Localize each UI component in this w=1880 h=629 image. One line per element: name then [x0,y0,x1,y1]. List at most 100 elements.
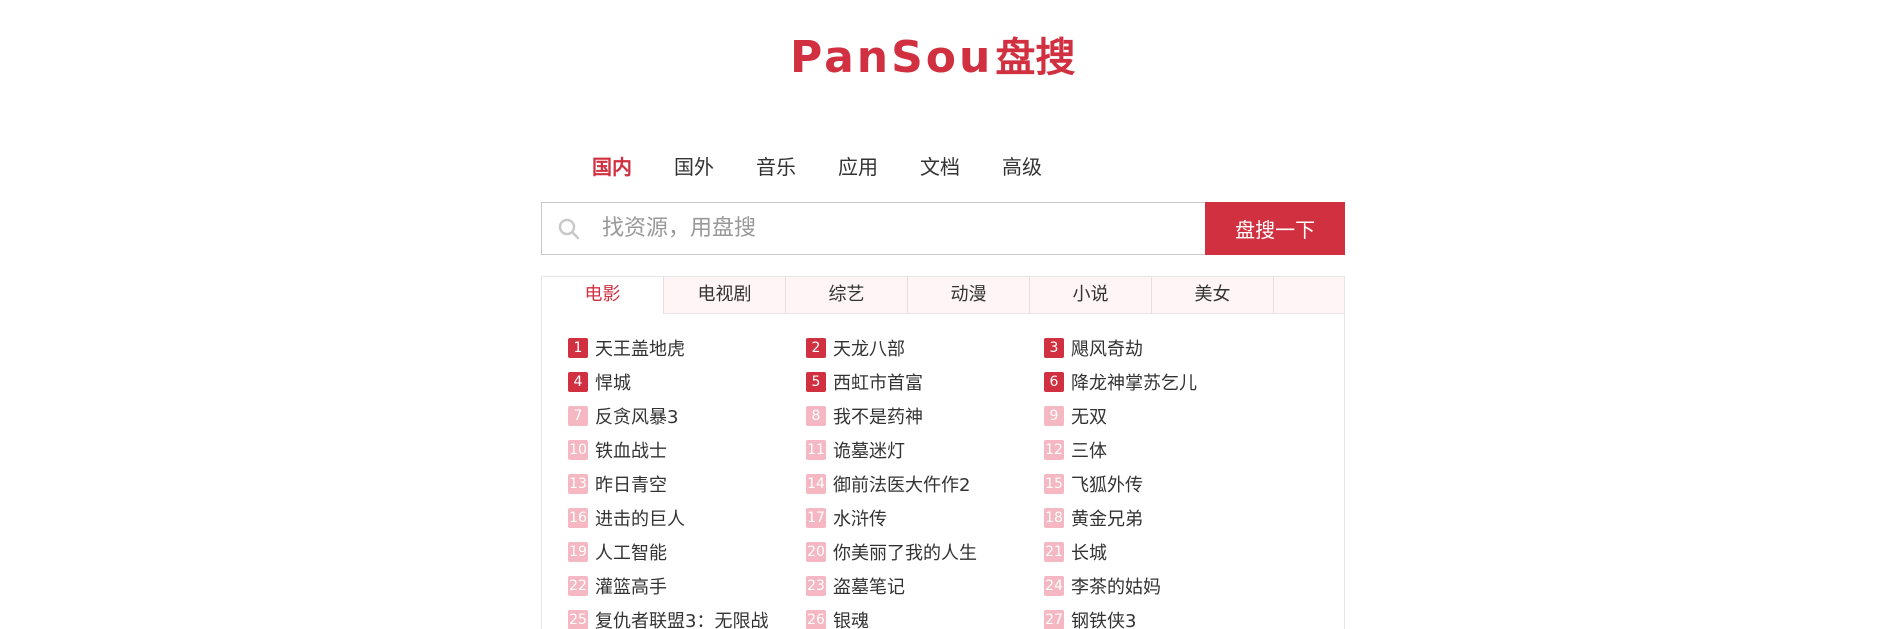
list-item-title[interactable]: 盗墓笔记 [833,573,905,599]
list-item[interactable]: 18 黄金兄弟 [1044,501,1282,535]
list-item-title[interactable]: 飓风奇劫 [1071,335,1143,361]
list-item-title[interactable]: 银魂 [833,607,869,629]
nav-item-domestic[interactable]: 国内 [592,151,632,180]
list-item-title[interactable]: 人工智能 [595,539,667,565]
search-icon [558,218,580,239]
rank-badge: 7 [568,406,588,426]
list-item[interactable]: 3 飓风奇劫 [1044,331,1282,365]
list-item[interactable]: 23 盗墓笔记 [806,569,1044,603]
list-item[interactable]: 12 三体 [1044,433,1282,467]
nav-item-advanced[interactable]: 高级 [1002,151,1042,180]
rank-badge: 11 [806,440,826,460]
list-item[interactable]: 21 长城 [1044,535,1282,569]
list-item[interactable]: 13 昨日青空 [568,467,806,501]
rank-badge: 27 [1044,610,1064,629]
rank-badge: 26 [806,610,826,629]
list-item-title[interactable]: 昨日青空 [595,471,667,497]
list-item[interactable]: 9 无双 [1044,399,1282,433]
list-item[interactable]: 16 进击的巨人 [568,501,806,535]
search-box [541,202,1206,255]
list-item-title[interactable]: 长城 [1071,539,1107,565]
list-item-title[interactable]: 我不是药神 [833,403,923,429]
search-bar: 盘搜一下 [541,202,1345,255]
list-item[interactable]: 10 铁血战士 [568,433,806,467]
tab-beauty[interactable]: 美女 [1152,277,1274,313]
list-item-title[interactable]: 钢铁侠3 [1071,607,1136,629]
rank-badge: 18 [1044,508,1064,528]
list-item-title[interactable]: 西虹市首富 [833,369,923,395]
tab-tv-series[interactable]: 电视剧 [664,277,786,313]
nav-item-foreign[interactable]: 国外 [674,151,714,180]
rank-badge: 17 [806,508,826,528]
list-item-title[interactable]: 复仇者联盟3：无限战 [595,607,768,629]
nav-item-music[interactable]: 音乐 [756,151,796,180]
list-item[interactable]: 7 反贪风暴3 [568,399,806,433]
list-item-title[interactable]: 天王盖地虎 [595,335,685,361]
rank-badge: 16 [568,508,588,528]
search-button[interactable]: 盘搜一下 [1205,202,1345,255]
list-item-title[interactable]: 进击的巨人 [595,505,685,531]
list-item-title[interactable]: 飞狐外传 [1071,471,1143,497]
tab-anime[interactable]: 动漫 [908,277,1030,313]
list-item[interactable]: 27 钢铁侠3 [1044,603,1282,629]
list-item-title[interactable]: 三体 [1071,437,1107,463]
logo-cn-text: 盘搜 [995,35,1076,81]
rank-badge: 8 [806,406,826,426]
rank-badge: 22 [568,576,588,596]
list-item[interactable]: 5 西虹市首富 [806,365,1044,399]
list-item-title[interactable]: 铁血战士 [595,437,667,463]
rank-badge: 5 [806,372,826,392]
list-item[interactable]: 1 天王盖地虎 [568,331,806,365]
rank-badge: 6 [1044,372,1064,392]
list-item-title[interactable]: 灌篮高手 [595,573,667,599]
list-item[interactable]: 6 降龙神掌苏乞儿 [1044,365,1282,399]
list-item[interactable]: 26 银魂 [806,603,1044,629]
list-item-title[interactable]: 诡墓迷灯 [833,437,905,463]
list-item-title[interactable]: 御前法医大仵作2 [833,471,970,497]
rank-badge: 1 [568,338,588,358]
list-item[interactable]: 19 人工智能 [568,535,806,569]
rank-badge: 9 [1044,406,1064,426]
tab-novels[interactable]: 小说 [1030,277,1152,313]
rank-badge: 3 [1044,338,1064,358]
list-item-title[interactable]: 无双 [1071,403,1107,429]
hot-ranking-panel: 电影 电视剧 综艺 动漫 小说 美女 1 天王盖地虎 2 天龙八部 3 飓风奇劫 4 悍城 5 西… [541,276,1345,629]
tab-movies[interactable]: 电影 [542,277,664,314]
list-item[interactable]: 8 我不是药神 [806,399,1044,433]
ranking-tabs: 电影 电视剧 综艺 动漫 小说 美女 [542,277,1344,314]
list-item[interactable]: 4 悍城 [568,365,806,399]
rank-badge: 23 [806,576,826,596]
rank-badge: 10 [568,440,588,460]
list-item-title[interactable]: 李茶的姑妈 [1071,573,1161,599]
rank-badge: 13 [568,474,588,494]
list-item[interactable]: 22 灌篮高手 [568,569,806,603]
list-item-title[interactable]: 水浒传 [833,505,887,531]
list-item[interactable]: 2 天龙八部 [806,331,1044,365]
list-item-title[interactable]: 天龙八部 [833,335,905,361]
list-item-title[interactable]: 悍城 [595,369,631,395]
list-item-title[interactable]: 你美丽了我的人生 [833,539,977,565]
list-item[interactable]: 17 水浒传 [806,501,1044,535]
list-item[interactable]: 25 复仇者联盟3：无限战 [568,603,806,629]
list-item[interactable]: 15 飞狐外传 [1044,467,1282,501]
nav-item-apps[interactable]: 应用 [838,151,878,180]
list-item-title[interactable]: 反贪风暴3 [595,403,678,429]
list-item[interactable]: 11 诡墓迷灯 [806,433,1044,467]
category-nav: 国内 国外 音乐 应用 文档 高级 [592,150,1084,180]
rank-badge: 14 [806,474,826,494]
search-input[interactable] [600,215,1184,242]
list-item[interactable]: 20 你美丽了我的人生 [806,535,1044,569]
rank-badge: 12 [1044,440,1064,460]
rank-badge: 21 [1044,542,1064,562]
logo-text: PanSou [790,32,994,83]
logo[interactable]: PanSou 盘搜 [790,33,1075,83]
list-item-title[interactable]: 黄金兄弟 [1071,505,1143,531]
list-item[interactable]: 14 御前法医大仵作2 [806,467,1044,501]
list-item-title[interactable]: 降龙神掌苏乞儿 [1071,369,1197,395]
nav-item-documents[interactable]: 文档 [920,151,960,180]
list-item[interactable]: 24 李茶的姑妈 [1044,569,1282,603]
ranking-list: 1 天王盖地虎 2 天龙八部 3 飓风奇劫 4 悍城 5 西虹市首富 6 降龙神掌苏乞儿 7 反贪风暴3 8… [568,331,1328,629]
tab-variety[interactable]: 综艺 [786,277,908,313]
page: PanSou 盘搜 国内 国外 音乐 应用 文档 高级 盘搜一下 电影 电视剧 … [0,0,1880,629]
rank-badge: 19 [568,542,588,562]
